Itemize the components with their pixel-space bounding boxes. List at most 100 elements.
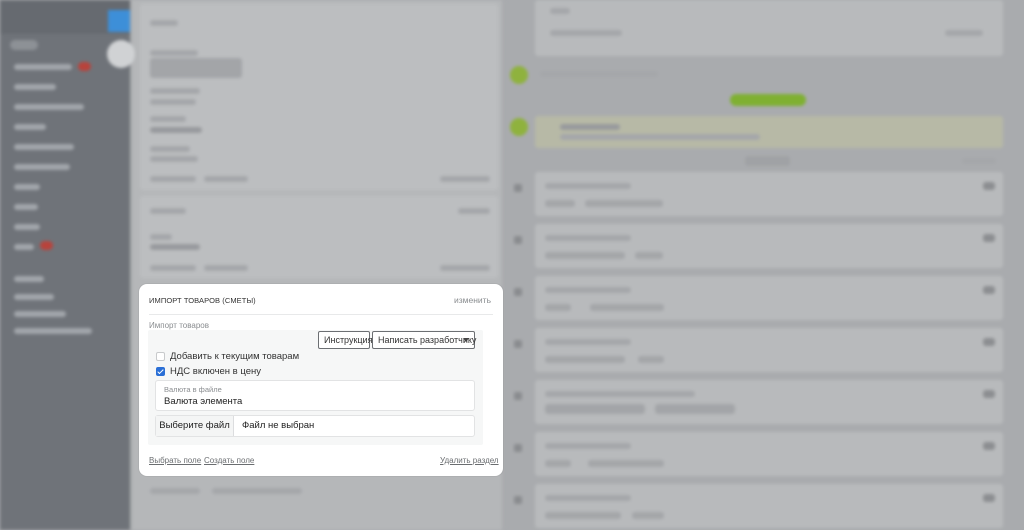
file-status: Файл не выбран [242,420,315,431]
placeholder [545,304,571,311]
sidebar-blue-tile [108,10,130,32]
placeholder [150,208,186,214]
timeline-green-pill [730,94,806,106]
placeholder [545,356,625,363]
timeline-card [535,380,1003,424]
timeline-card [535,432,1003,476]
timeline-card [535,0,1003,56]
vat-included-label: НДС включен в цену [170,365,261,377]
sidebar-badge [40,241,53,250]
sidebar-item [14,276,44,282]
timeline-camera [983,390,995,398]
timeline-icon [514,184,522,192]
placeholder [545,235,631,241]
placeholder [545,512,621,519]
add-to-current-label: Добавить к текущим товарам [170,350,300,362]
timeline-icon [514,236,522,244]
placeholder [150,176,196,182]
placeholder [150,50,198,56]
timeline-icon [514,444,522,452]
placeholder [212,488,302,494]
timeline-card [535,328,1003,372]
timeline-camera [983,494,995,502]
currency-value: Валюта элемента [164,396,243,407]
timeline-card [535,172,1003,216]
placeholder [150,156,198,162]
sidebar-item [14,184,40,190]
placeholder [585,200,663,207]
placeholder [150,58,242,78]
placeholder [545,287,631,293]
write-developer-dropdown[interactable]: Написать разработчику [372,331,477,349]
section-title: ИМПОРТ ТОВАРОВ (СМЕТЫ) [149,296,256,305]
placeholder [545,252,625,259]
timeline-dot [510,118,528,136]
placeholder [638,356,664,363]
currency-label: Валюта в файле [164,385,222,394]
timeline-chip [745,156,790,166]
sidebar-item [14,84,56,90]
placeholder [545,391,695,397]
sidebar-item [14,328,92,334]
timeline-card [535,484,1003,528]
timeline-camera [983,234,995,242]
file-input[interactable]: Выберите файл Файл не выбран [155,415,475,437]
placeholder [635,252,663,259]
placeholder [150,244,200,250]
placeholder [545,200,575,207]
placeholder [204,176,248,182]
choose-file-button[interactable]: Выберите файл [156,416,234,436]
select-field-link[interactable]: Выбрать поле [149,456,201,465]
placeholder [150,99,196,105]
placeholder [150,146,190,152]
sidebar-item [14,124,46,130]
sidebar-item [14,244,34,250]
details-card [140,4,498,190]
placeholder [545,404,645,414]
timeline-icon [514,340,522,348]
placeholder [150,88,200,94]
timeline-card [535,224,1003,268]
add-to-current-option[interactable]: Добавить к текущим товарам [156,350,299,362]
placeholder [150,265,196,271]
edit-section-link[interactable]: изменить [454,295,491,305]
placeholder [545,339,631,345]
placeholder [204,265,248,271]
vat-included-option[interactable]: НДС включен в цену [156,365,261,377]
instruction-button[interactable]: Инструкция [318,331,372,349]
currency-select[interactable]: Валюта в файле Валюта элемента [155,380,475,411]
placeholder [588,460,664,467]
placeholder [590,304,664,311]
placeholder [545,183,631,189]
sidebar-item [14,204,38,210]
placeholder [945,30,983,36]
timeline-icon [514,288,522,296]
caret-down-icon [463,338,469,342]
placeholder [550,8,570,14]
timeline-icon [514,392,522,400]
placeholder [150,116,186,122]
sidebar-item [14,144,74,150]
timeline-icon [514,496,522,504]
sidebar-item [14,294,54,300]
delete-section-link[interactable]: Удалить раздел [440,456,499,465]
collapse-handle [107,40,135,68]
create-field-link[interactable]: Создать поле [204,456,254,465]
timeline-camera [983,442,995,450]
placeholder [962,158,996,164]
sidebar-item [14,64,72,70]
vat-included-checkbox[interactable] [156,366,165,376]
placeholder [655,404,735,414]
sidebar-item [14,224,40,230]
write-developer-label: Написать разработчику [378,335,477,345]
timeline-camera [983,338,995,346]
timeline-dot [510,66,528,84]
placeholder [150,488,200,494]
placeholder [560,134,760,140]
placeholder [150,20,178,26]
sidebar-item [14,104,84,110]
add-to-current-checkbox[interactable] [156,351,165,361]
placeholder [458,208,490,214]
placeholder [440,265,490,271]
sidebar-badge [78,62,91,71]
